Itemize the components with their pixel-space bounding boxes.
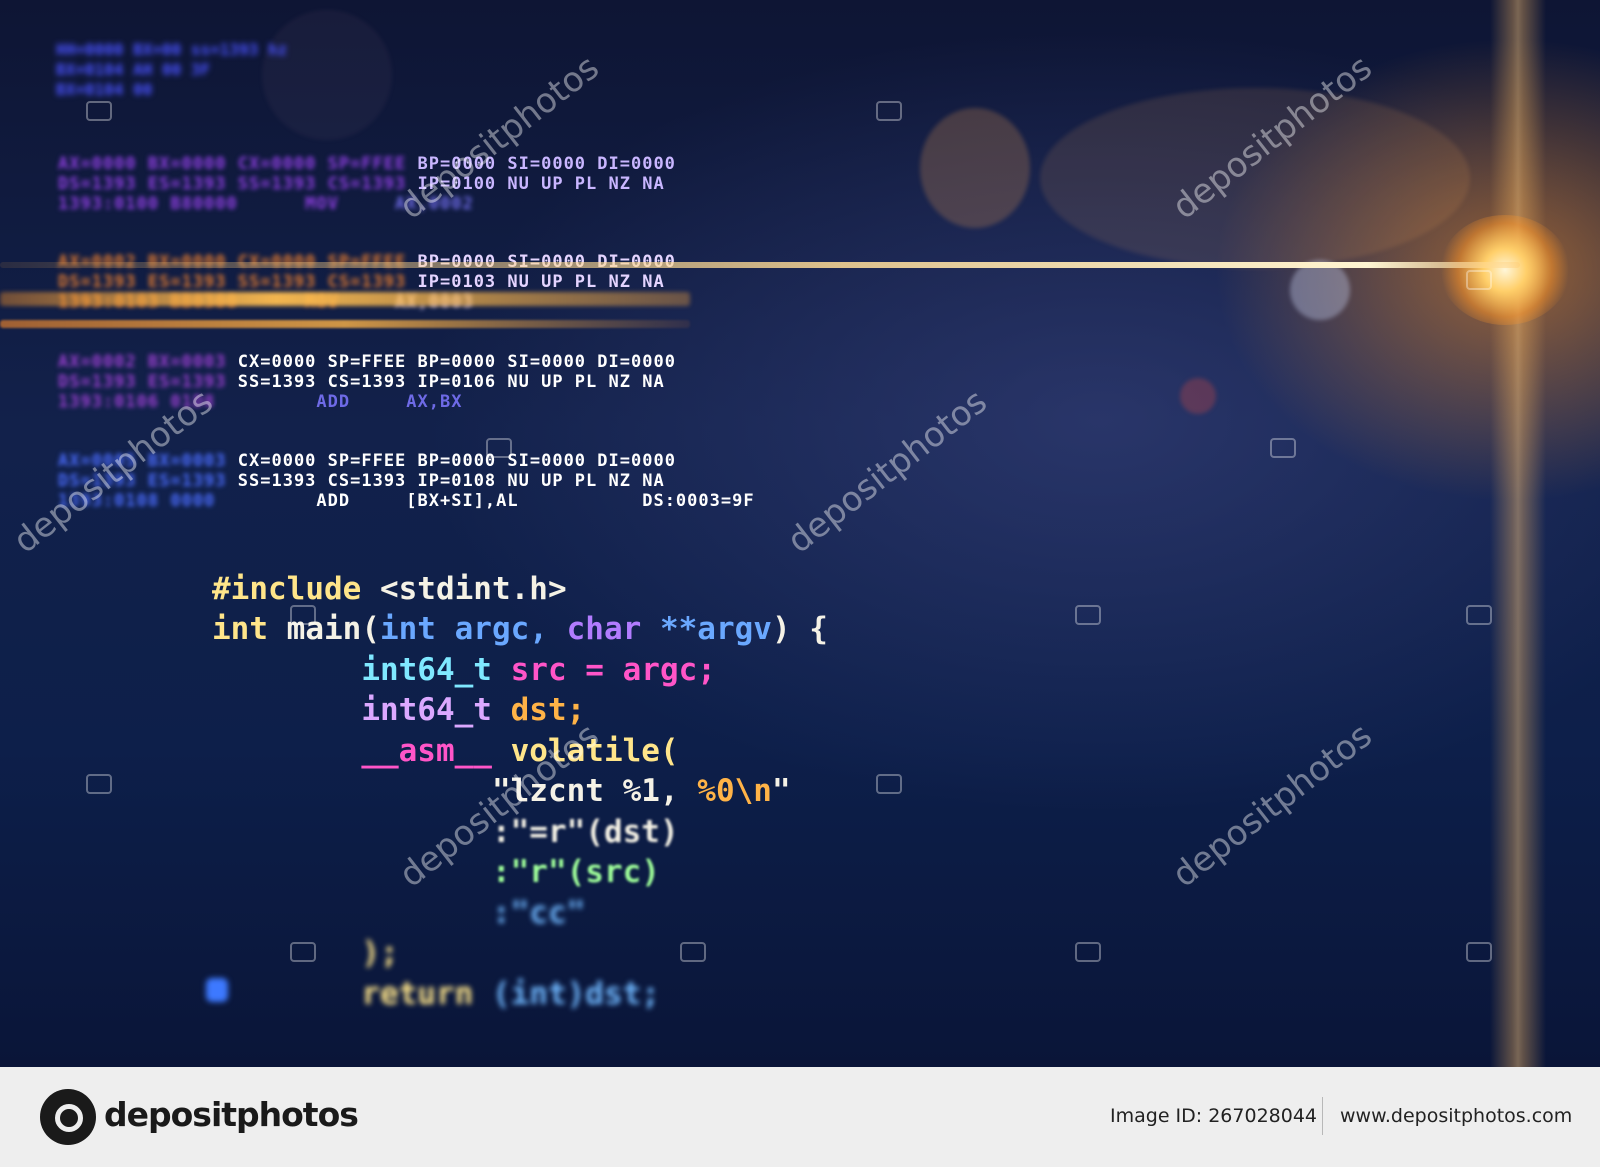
register-dump-text: 1393:0100 B80000 MOV <box>58 194 339 214</box>
watermark-text: depositphotos <box>780 381 995 562</box>
code-line: #include <stdint.h> <box>212 569 828 610</box>
camera-icon <box>86 101 112 121</box>
code-line: return (int)dst; <box>212 974 828 1015</box>
camera-icon <box>1075 942 1101 962</box>
register-dump-text: AX=0002 BX=0003 <box>58 352 227 372</box>
footer-divider <box>1322 1097 1323 1135</box>
code-photo: HH=0000 BX=00 ss=1393 hz BX=0104 AH 00 3… <box>0 0 1600 1067</box>
site-url-text: www.depositphotos.com <box>1340 1105 1573 1127</box>
code-token: argc, <box>435 611 567 647</box>
register-dump-text: ADD [BX+SI],AL DS:0003=9F <box>215 491 755 511</box>
code-token: main( <box>268 611 380 647</box>
code-token: <stdint.h> <box>361 570 567 607</box>
code-token: char <box>566 611 642 647</box>
camera-icon <box>1466 942 1492 962</box>
code-token: :"r"(src) <box>491 854 660 890</box>
horizontal-light-streak <box>0 320 690 328</box>
code-token: **argv <box>641 611 772 647</box>
camera-icon <box>1466 270 1492 290</box>
bokeh-light <box>1040 88 1470 268</box>
image-id-text: Image ID: 267028044 <box>1110 1105 1318 1127</box>
code-token: :"cc" <box>491 894 586 931</box>
camera-icon <box>1075 605 1101 625</box>
blurred-text-line: HH=0000 BX=00 ss=1393 hz <box>56 40 288 59</box>
camera-icon <box>876 101 902 121</box>
bokeh-light <box>920 108 1030 228</box>
code-line: :"cc" <box>212 893 828 934</box>
horizontal-light-streak <box>0 262 1520 268</box>
code-token: src = argc; <box>491 651 716 688</box>
stock-photo-footer: depositphotos Image ID: 267028044 www.de… <box>0 1067 1600 1167</box>
register-dump-text: AX=0000 BX=0000 CX=0000 SP=FFEE <box>58 154 407 174</box>
code-token: %0\n <box>697 773 772 809</box>
register-dump-text: CX=0000 SP=FFEE BP=0000 SI=0000 DI=0000 <box>226 451 676 471</box>
code-token: " <box>771 773 791 809</box>
bokeh-light <box>1180 378 1216 414</box>
code-token: #include <box>212 570 362 607</box>
register-dump-block: AX=0002 BX=0003 CX=0000 SP=FFEE BP=0000 … <box>58 352 676 412</box>
blurred-text-line: BX=0104 00 <box>56 80 153 99</box>
bokeh-light <box>1290 260 1350 320</box>
blurred-text-line: BX=0104 AH 00 3F <box>56 60 211 79</box>
vertical-light-flare <box>1490 0 1546 1067</box>
register-dump-text: SS=1393 CS=1393 IP=0106 NU UP PL NZ NA <box>226 372 665 392</box>
code-line: :"r"(src) <box>212 852 828 893</box>
camera-icon <box>680 942 706 962</box>
watermark-text: depositphotos <box>1165 715 1380 896</box>
code-line: int64_t src = argc; <box>212 650 828 691</box>
code-token: return <box>361 975 474 1012</box>
code-line: int64_t dst; <box>212 690 828 731</box>
register-dump-text: IP=0103 NU UP PL NZ NA <box>406 272 665 292</box>
logo-wordmark: depositphotos <box>104 1095 359 1134</box>
camera-icon <box>290 942 316 962</box>
register-dump-text: CX=0000 SP=FFEE BP=0000 SI=0000 DI=0000 <box>226 352 676 372</box>
camera-icon <box>1270 438 1296 458</box>
light-flare-core <box>1440 215 1570 325</box>
code-token: ) { <box>771 611 828 647</box>
camera-icon <box>86 774 112 794</box>
code-token: __asm__ <box>361 732 492 769</box>
code-line: :"=r"(dst) <box>212 812 828 853</box>
horizontal-light-streak <box>0 292 690 306</box>
code-token: int64_t <box>361 692 492 728</box>
code-token: int64_t <box>361 651 492 688</box>
code-token: int <box>379 611 436 647</box>
camera-icon <box>1466 605 1492 625</box>
camera-icon <box>486 438 512 458</box>
register-dump-text: DS=1393 ES=1393 SS=1393 CS=1393 <box>58 272 407 292</box>
camera-icon <box>290 605 316 625</box>
register-dump-block: AX=0000 BX=0000 CX=0000 SP=FFEE BP=0000 … <box>58 154 676 214</box>
code-token: int <box>212 611 268 647</box>
register-dump-text: ADD AX,BX <box>215 392 463 412</box>
register-dump-text: SS=1393 CS=1393 IP=0108 NU UP PL NZ NA <box>226 471 665 491</box>
depositphotos-logo-icon <box>40 1089 96 1145</box>
code-token: (int)dst; <box>473 975 660 1012</box>
blurred-cursor <box>206 978 228 1002</box>
code-token: ); <box>361 935 399 971</box>
code-token: :"=r"(dst) <box>491 813 679 850</box>
register-dump-block: AX=0005 BX=0003 CX=0000 SP=FFEE BP=0000 … <box>58 451 755 511</box>
register-dump-text: DS=1393 ES=1393 SS=1393 CS=1393 <box>58 174 407 194</box>
camera-icon <box>876 774 902 794</box>
blurred-text-block: HH=0000 BX=00 ss=1393 hz BX=0104 AH 00 3… <box>56 40 287 100</box>
